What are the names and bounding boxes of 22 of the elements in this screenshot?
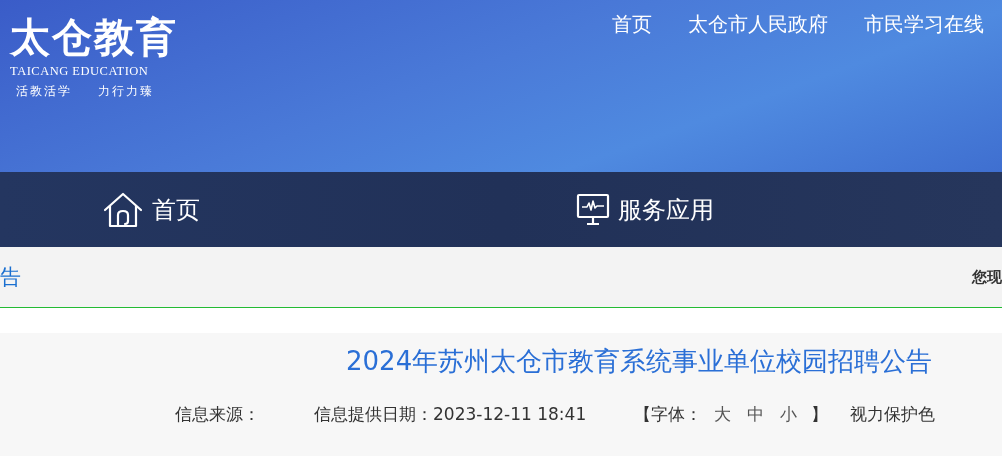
house-icon bbox=[102, 190, 144, 229]
nav-item[interactable]: 首页 bbox=[102, 190, 200, 229]
source-label: 信息来源： bbox=[175, 403, 260, 426]
breadcrumb-current[interactable]: 告 bbox=[0, 263, 21, 291]
nav-item[interactable]: 服务应用 bbox=[576, 192, 714, 227]
logo-subtitle: TAICANG EDUCATION bbox=[10, 64, 150, 79]
location-label: 您现 bbox=[972, 267, 1002, 287]
font-size-link[interactable]: 小 bbox=[780, 403, 798, 426]
monitor-icon bbox=[576, 192, 610, 227]
logo-title: 太仓教育 bbox=[10, 12, 178, 62]
top-link[interactable]: 首页 bbox=[612, 10, 652, 38]
top-link[interactable]: 市民学习在线 bbox=[864, 10, 984, 38]
eye-care-link[interactable]: 视力保护色 bbox=[850, 403, 936, 426]
font-size-link[interactable]: 大 bbox=[714, 403, 732, 426]
logo-motto: 力行力臻 bbox=[98, 83, 154, 100]
top-link[interactable]: 太仓市人民政府 bbox=[688, 10, 828, 38]
font-size-bracket: 】 bbox=[811, 403, 829, 426]
date-label: 信息提供日期：2023-12-11 18:41 bbox=[314, 403, 587, 426]
logo-motto: 活教活学 bbox=[16, 83, 72, 100]
font-size-link[interactable]: 中 bbox=[747, 403, 765, 426]
font-size-label: 【字体： bbox=[634, 403, 703, 426]
article-title: 2024年苏州太仓市教育系统事业单位校园招聘公告 bbox=[345, 345, 934, 377]
